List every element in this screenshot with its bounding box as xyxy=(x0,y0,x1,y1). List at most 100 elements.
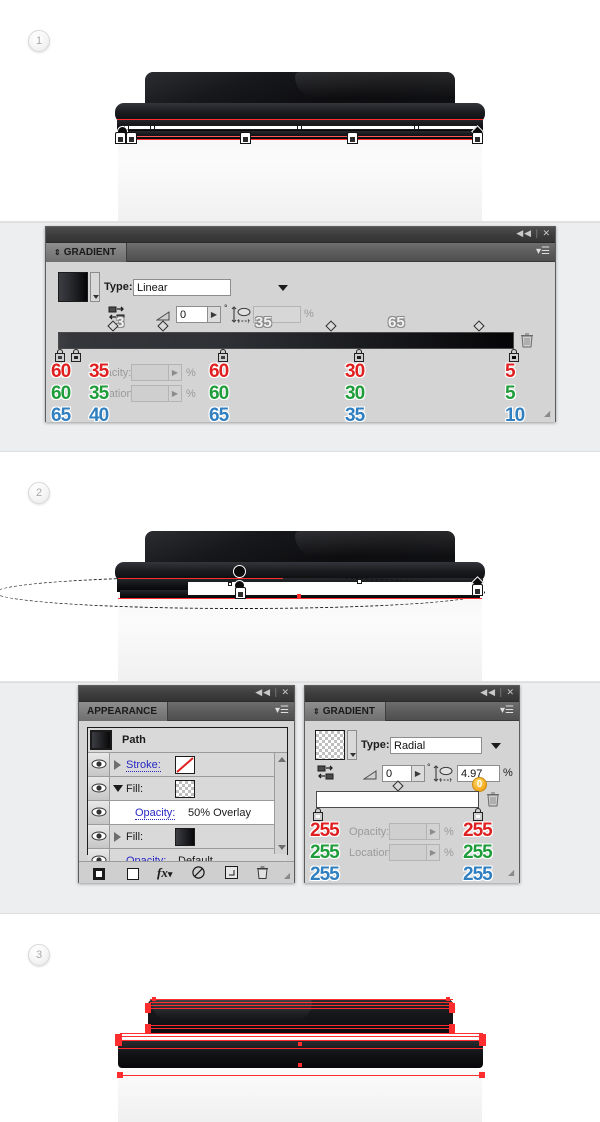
gradient-stop-marker[interactable] xyxy=(126,132,137,144)
panel-menu-icon[interactable]: ▾☰ xyxy=(275,706,289,716)
fill-label[interactable]: Fill: xyxy=(126,831,143,843)
step-1-canvas: 1 xyxy=(0,0,600,222)
angle-stepper[interactable]: ▶ xyxy=(412,765,425,782)
artwork-step-1 xyxy=(0,0,600,221)
appearance-row-fill-top[interactable]: Fill: xyxy=(88,777,287,801)
location-input[interactable] xyxy=(131,385,169,402)
selection-anchor[interactable] xyxy=(117,1072,123,1078)
gradient-stop-marker[interactable] xyxy=(472,132,483,144)
panel-menu-icon[interactable]: ▾☰ xyxy=(536,247,550,257)
opacity-stepper[interactable]: ▶ xyxy=(169,364,182,381)
selection-anchor[interactable] xyxy=(479,1072,485,1078)
panel-resize-grip[interactable]: ◢ xyxy=(284,872,290,880)
tab-gradient[interactable]: ⇕ GRADIENT xyxy=(305,702,386,721)
tab-gradient[interactable]: ⇕ GRADIENT xyxy=(46,243,127,262)
gradient-stop-marker[interactable] xyxy=(235,587,246,599)
scroll-up-icon[interactable] xyxy=(278,757,286,762)
gradient-midpoint-marker[interactable] xyxy=(392,780,404,792)
close-icon[interactable]: ✕ xyxy=(281,687,290,697)
radial-center-handle[interactable] xyxy=(233,565,246,578)
fill-dark-gradient-swatch[interactable] xyxy=(175,828,195,846)
stroke-none-swatch[interactable] xyxy=(175,756,195,774)
selection-anchor[interactable] xyxy=(152,997,156,1001)
gradient-ramp-bar[interactable] xyxy=(58,332,514,349)
close-icon[interactable]: ✕ xyxy=(506,687,515,697)
delete-stop-icon[interactable] xyxy=(486,791,500,807)
gradient-annotator-stop[interactable] xyxy=(297,125,302,130)
gradient-midpoint-marker[interactable] xyxy=(325,320,337,332)
gradient-stop-marker[interactable] xyxy=(472,584,483,596)
close-icon[interactable]: ✕ xyxy=(542,228,551,238)
selection-anchor[interactable] xyxy=(446,997,450,1001)
appearance-scrollbar[interactable] xyxy=(274,753,287,854)
gradient-stop-marker[interactable] xyxy=(115,132,126,144)
gradient-midpoint-marker[interactable] xyxy=(473,320,485,332)
location-input[interactable] xyxy=(389,844,427,861)
gradient-preset-dropdown-icon[interactable] xyxy=(90,272,100,302)
angle-stepper[interactable]: ▶ xyxy=(208,306,221,323)
gradient-annotator-stop[interactable] xyxy=(414,125,419,130)
panel-resize-grip[interactable]: ◢ xyxy=(544,410,550,418)
location-stepper[interactable]: ▶ xyxy=(427,844,440,861)
delete-item-icon[interactable] xyxy=(256,865,269,884)
fill-label[interactable]: Fill: xyxy=(126,783,143,795)
expand-triangle-icon[interactable] xyxy=(114,832,121,842)
add-new-effect-icon[interactable]: fx▾ xyxy=(157,865,172,881)
scroll-down-icon[interactable] xyxy=(278,845,286,850)
opacity-input[interactable] xyxy=(131,364,169,381)
radial-annotator-stop[interactable] xyxy=(357,579,362,584)
reverse-gradient-icon[interactable] xyxy=(317,765,335,781)
gradient-preview-swatch[interactable] xyxy=(315,730,345,760)
gradient-type-select[interactable]: Linear xyxy=(133,279,231,296)
center-point-marker xyxy=(298,1042,302,1046)
opacity-input[interactable] xyxy=(389,823,427,840)
opacity-label[interactable]: Opacity: xyxy=(135,807,176,820)
gradient-midpoint-marker[interactable] xyxy=(157,320,169,332)
selection-anchor[interactable] xyxy=(479,1034,486,1046)
duplicate-item-icon[interactable] xyxy=(225,866,238,884)
gradient-preset-dropdown-icon[interactable] xyxy=(347,730,357,760)
fill-gradient-swatch[interactable] xyxy=(175,780,195,798)
selection-anchor[interactable] xyxy=(115,1034,122,1046)
gradient-stop-marker[interactable] xyxy=(240,132,251,144)
visibility-eye-icon[interactable] xyxy=(88,801,110,824)
gradient-angle-input[interactable]: 0 xyxy=(176,306,208,323)
collapse-icon[interactable]: ◀◀ xyxy=(480,687,496,697)
visibility-eye-icon[interactable] xyxy=(88,825,110,848)
type-chevron-down-icon[interactable] xyxy=(491,743,501,749)
panel-resize-grip[interactable]: ◢ xyxy=(508,869,514,877)
appearance-row-opacity-overlay[interactable]: Opacity: 50% Overlay xyxy=(88,801,287,825)
appearance-row-stroke[interactable]: Stroke: xyxy=(88,753,287,777)
selection-anchor[interactable] xyxy=(449,1024,455,1034)
tab-grip-icon: ⇕ xyxy=(313,707,320,716)
selection-anchor[interactable] xyxy=(145,1003,151,1013)
appearance-row-fill-bottom[interactable]: Fill: xyxy=(88,825,287,849)
radial-annotator-stop[interactable] xyxy=(228,582,232,586)
stroke-label[interactable]: Stroke: xyxy=(126,759,161,772)
selection-anchor[interactable] xyxy=(145,1024,151,1034)
collapse-icon[interactable]: ◀◀ xyxy=(516,228,532,238)
visibility-eye-icon[interactable] xyxy=(88,777,110,800)
clear-appearance-icon[interactable] xyxy=(192,866,205,884)
opacity-value: 50% Overlay xyxy=(188,807,251,819)
add-new-fill-icon[interactable] xyxy=(127,867,139,885)
collapse-icon[interactable]: ◀◀ xyxy=(255,687,271,697)
gradient-annotator-stop[interactable] xyxy=(150,125,155,130)
gradient-preview-swatch[interactable] xyxy=(58,272,88,302)
delete-stop-icon[interactable] xyxy=(520,332,534,348)
tab-appearance[interactable]: APPEARANCE xyxy=(79,702,169,721)
type-chevron-down-icon[interactable] xyxy=(278,285,288,291)
highlight-overlay-shape xyxy=(188,582,483,595)
collapse-triangle-icon[interactable] xyxy=(113,785,123,792)
expand-triangle-icon[interactable] xyxy=(114,760,121,770)
opacity-stepper[interactable]: ▶ xyxy=(427,823,440,840)
add-new-stroke-icon[interactable] xyxy=(93,867,105,885)
visibility-eye-icon[interactable] xyxy=(88,753,110,776)
location-stepper[interactable]: ▶ xyxy=(169,385,182,402)
gradient-stop-1[interactable] xyxy=(71,349,81,362)
selection-anchor[interactable] xyxy=(449,1003,455,1013)
appearance-object-row[interactable]: Path xyxy=(88,728,287,753)
gradient-type-select[interactable]: Radial xyxy=(390,737,482,754)
gradient-stop-marker[interactable] xyxy=(347,132,358,144)
panel-menu-icon[interactable]: ▾☰ xyxy=(500,706,514,716)
